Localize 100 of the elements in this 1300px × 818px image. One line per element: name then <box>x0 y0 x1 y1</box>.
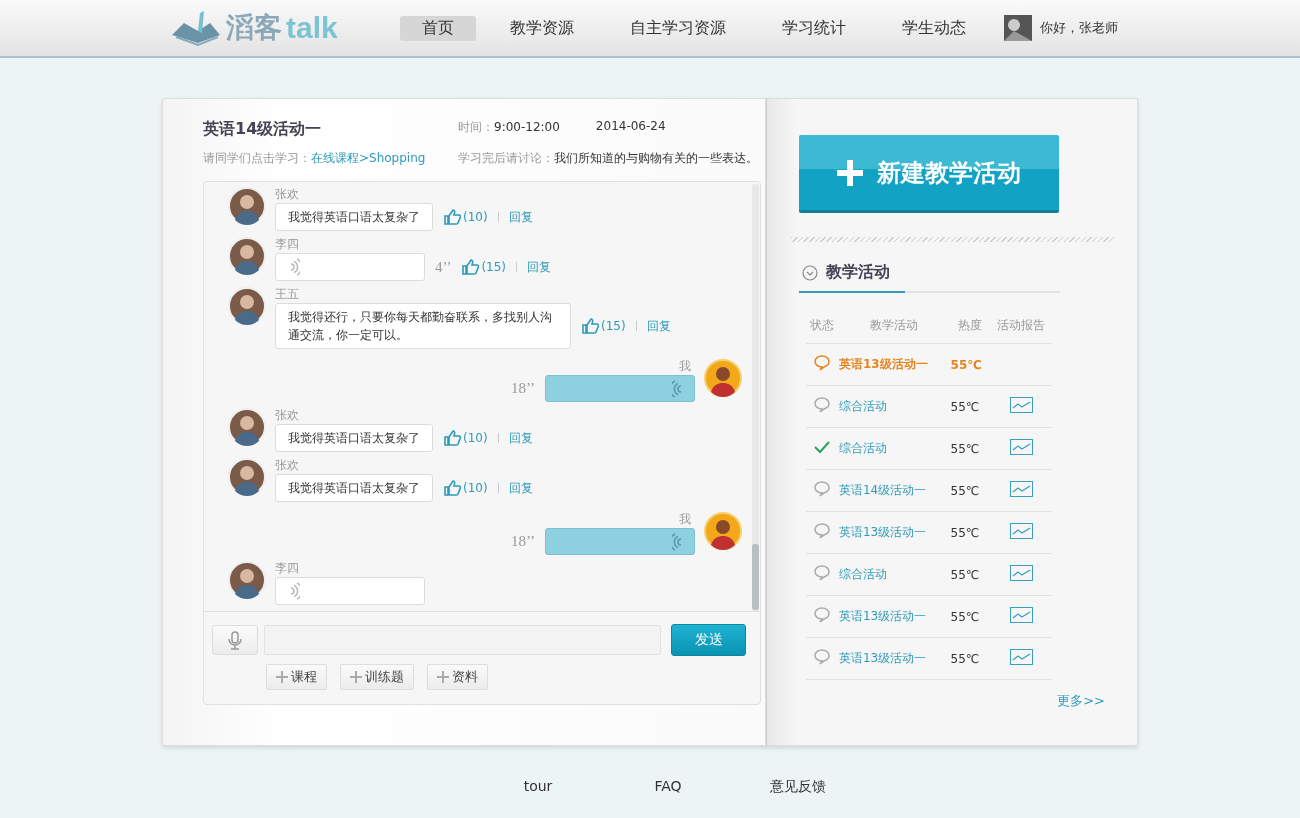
avatar <box>228 561 266 599</box>
heat-value: 55℃ <box>949 637 991 680</box>
speech-bubble-icon <box>814 481 830 497</box>
message-bubble: 我觉得英语口语太复杂了 <box>275 424 433 452</box>
message-bubble: 我觉得还行，只要你每天都勤奋联系，多找别人沟通交流，你一定可以。 <box>275 303 571 349</box>
prompt-label: 请同学们点击学习： <box>203 150 311 167</box>
table-row[interactable]: 英语14级活动一 55℃ <box>806 469 1052 512</box>
nav-tab[interactable]: 自主学习资源 <box>608 15 748 41</box>
nav-tab[interactable]: 学习统计 <box>760 15 868 41</box>
speech-bubble-icon <box>814 565 830 581</box>
user-avatar <box>1004 15 1032 41</box>
message-bubble: 我觉得英语口语太复杂了 <box>275 474 433 502</box>
voice-duration: 18’’ <box>511 380 535 397</box>
speech-bubble-icon <box>814 397 830 413</box>
plus-icon <box>837 159 863 186</box>
microphone-button[interactable] <box>212 625 258 655</box>
logo-text: talk <box>286 11 338 45</box>
line-chart-icon[interactable] <box>1009 607 1033 623</box>
line-chart-icon[interactable] <box>1009 397 1033 413</box>
plus-icon <box>276 671 288 683</box>
table-row[interactable]: 综合活动 55℃ <box>806 385 1052 428</box>
voice-duration: 18’’ <box>511 533 535 550</box>
sound-wave-icon <box>288 258 300 276</box>
sound-wave-icon <box>672 379 684 398</box>
voice-duration: 4’’ <box>435 258 452 276</box>
avatar <box>228 187 266 225</box>
thumb-up-icon[interactable] <box>581 317 599 335</box>
heat-value: 55℃ <box>949 343 991 386</box>
column-header: 状态 <box>806 307 838 344</box>
avatar <box>228 237 266 275</box>
attach-button[interactable]: 资料 <box>427 664 488 690</box>
time-value: 9:00-12:00 <box>494 120 560 134</box>
table-row[interactable]: 英语13级活动一 55℃ <box>806 637 1052 680</box>
nav-tab[interactable]: 教学资源 <box>488 15 596 41</box>
logo-text: 滔客 <box>226 10 282 46</box>
sound-wave-icon <box>288 582 300 600</box>
attach-button[interactable]: 课程 <box>266 664 327 690</box>
footer-link[interactable]: 意见反馈 <box>768 776 828 796</box>
table-row[interactable]: 英语13级活动一 55℃ <box>806 511 1052 554</box>
speech-bubble-icon <box>814 355 830 371</box>
sender-name: 李四 <box>275 561 300 576</box>
heat-value: 55℃ <box>949 427 991 470</box>
sender-name: 张欢 <box>275 458 300 473</box>
sender-name: 张欢 <box>275 408 300 423</box>
time-label: 时间： <box>458 120 494 134</box>
heat-value: 55℃ <box>949 511 991 554</box>
sender-name: 我 <box>679 359 691 374</box>
line-chart-icon[interactable] <box>1009 523 1033 539</box>
line-chart-icon[interactable] <box>1009 481 1033 497</box>
nav-tab[interactable]: 学生动态 <box>880 15 988 41</box>
plus-icon <box>437 671 449 683</box>
like-count: (15) <box>601 319 626 333</box>
greeting-text: 你好，张老师 <box>1040 19 1118 37</box>
line-chart-icon[interactable] <box>1009 649 1033 665</box>
column-header: 热度 <box>949 307 991 344</box>
speech-bubble-icon <box>814 523 830 539</box>
scrollbar-thumb[interactable] <box>752 544 759 610</box>
column-header: 活动报告 <box>990 307 1052 344</box>
avatar <box>228 408 266 446</box>
speech-bubble-icon <box>814 649 830 665</box>
chevron-down-icon[interactable] <box>802 264 818 281</box>
message-bubble: 我觉得英语口语太复杂了 <box>275 203 433 231</box>
heat-value: 55℃ <box>949 469 991 512</box>
discuss-label: 学习完后请讨论： <box>458 150 554 167</box>
heat-value: 55℃ <box>949 385 991 428</box>
section-title: 教学活动 <box>826 262 890 283</box>
like-count: (15) <box>481 260 507 274</box>
heat-value: 55℃ <box>949 553 991 596</box>
line-chart-icon[interactable] <box>1009 439 1033 455</box>
like-count: (10) <box>463 210 488 224</box>
footer-link[interactable]: FAQ <box>638 776 698 796</box>
book-logo-icon <box>170 9 222 47</box>
sound-wave-icon <box>672 532 684 551</box>
plus-icon <box>350 671 362 683</box>
thumb-up-icon[interactable] <box>443 479 461 497</box>
like-count: (10) <box>463 431 488 445</box>
date-value: 2014-06-24 <box>595 119 666 135</box>
attach-button[interactable]: 训练题 <box>340 664 414 690</box>
table-row[interactable]: 综合活动 55℃ <box>806 553 1052 596</box>
sender-name: 王五 <box>275 287 300 302</box>
speech-bubble-icon <box>814 607 830 623</box>
footer-link[interactable]: tour <box>508 776 568 796</box>
like-count: (10) <box>463 481 488 495</box>
sender-name: 我 <box>679 512 691 527</box>
table-row[interactable]: 综合活动 55℃ <box>806 427 1052 470</box>
thumb-up-icon[interactable] <box>461 258 480 276</box>
activity-title: 英语14级活动一 <box>203 119 323 140</box>
thumb-up-icon[interactable] <box>443 429 461 447</box>
sender-name: 李四 <box>275 237 300 252</box>
column-header: 教学活动 <box>838 307 950 344</box>
line-chart-icon[interactable] <box>1009 565 1033 581</box>
sender-name: 张欢 <box>275 187 300 202</box>
table-row[interactable]: 英语13级活动一 55℃ <box>806 595 1052 638</box>
nav-tab[interactable]: 首页 <box>400 15 476 41</box>
thumb-up-icon[interactable] <box>443 208 461 226</box>
avatar <box>704 512 742 550</box>
microphone-icon <box>227 630 243 650</box>
avatar <box>704 359 742 397</box>
discuss-text: 我们所知道的与购物有关的一些表达。 <box>554 150 758 167</box>
avatar <box>228 458 266 496</box>
